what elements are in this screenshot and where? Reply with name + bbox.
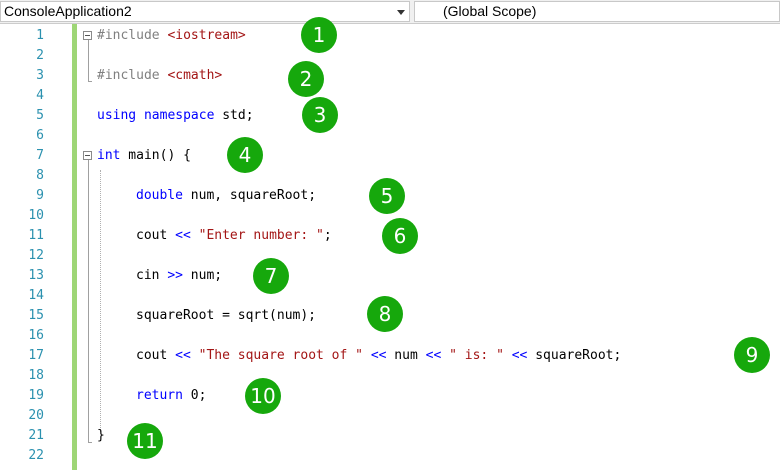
preprocessor-directive: #include	[97, 28, 160, 43]
line-number: 21	[28, 428, 44, 443]
line-number: 8	[36, 168, 44, 183]
line-number: 14	[28, 288, 44, 303]
callout-badge-5: 5	[369, 178, 405, 214]
string-literal: "Enter number: "	[198, 228, 324, 243]
collapse-main-icon[interactable]	[83, 151, 92, 160]
line-number: 2	[36, 48, 44, 63]
callout-badge-6: 6	[382, 218, 418, 254]
code-line-3[interactable]: #include <cmath>	[97, 66, 222, 86]
code-editor[interactable]: #include <iostream> #include <cmath> usi…	[80, 24, 780, 470]
callout-badge-9: 9	[734, 337, 770, 373]
line-number: 12	[28, 248, 44, 263]
scope-dropdown[interactable]: (Global Scope)	[414, 1, 780, 22]
keyword: double	[136, 188, 183, 203]
line-number: 17	[28, 348, 44, 363]
code-line-19[interactable]: return 0;	[136, 386, 206, 406]
code-line-9[interactable]: double num, squareRoot;	[136, 186, 316, 206]
code-text: num, squareRoot;	[182, 188, 317, 203]
scope-dropdown-label: (Global Scope)	[443, 3, 537, 19]
keyword: int	[97, 148, 121, 163]
line-number: 13	[28, 268, 44, 283]
code-line-15[interactable]: squareRoot = sqrt(num);	[136, 306, 316, 326]
navigation-bar: ConsoleApplication2 (Global Scope)	[0, 0, 780, 24]
code-text: squareRoot = sqrt(num);	[136, 308, 317, 323]
operator: <<	[511, 348, 528, 363]
line-number: 5	[36, 108, 44, 123]
code-line-21[interactable]: }	[97, 426, 105, 446]
code-line-7[interactable]: int main() {	[97, 146, 191, 166]
code-text: squareRoot;	[527, 348, 622, 363]
line-number: 19	[28, 388, 44, 403]
code-line-13[interactable]: cin >> num;	[136, 266, 222, 286]
callout-badge-3: 3	[302, 97, 338, 133]
code-text: num	[386, 348, 426, 363]
line-number: 4	[36, 88, 44, 103]
collapse-include-icon[interactable]	[83, 31, 92, 40]
line-number: 7	[36, 148, 44, 163]
code-text: main() {	[120, 148, 191, 163]
operator: <<	[370, 348, 387, 363]
line-number: 15	[28, 308, 44, 323]
line-number: 3	[36, 68, 44, 83]
keyword: return	[136, 388, 183, 403]
line-number-gutter: 1 2 3 4 5 6 7 8 9 10 11 12 13 14 15 16 1…	[0, 24, 72, 470]
callout-badge-8: 8	[367, 296, 403, 332]
code-text: }	[97, 428, 105, 443]
callout-badge-7: 7	[253, 258, 289, 294]
line-number: 16	[28, 328, 44, 343]
header-name: <iostream>	[167, 28, 246, 43]
code-text: num;	[182, 268, 223, 283]
operator: <<	[175, 348, 191, 363]
code-text: 0;	[182, 388, 207, 403]
keyword: using namespace	[97, 108, 215, 123]
code-line-11[interactable]: cout << "Enter number: ";	[136, 226, 332, 246]
code-text: cin	[136, 268, 168, 283]
operator: >>	[167, 268, 183, 283]
line-number: 9	[36, 188, 44, 203]
change-tracking-bar	[72, 24, 77, 470]
header-name: <cmath>	[167, 68, 223, 83]
outline-end	[88, 81, 92, 82]
string-literal: "The square root of "	[198, 348, 363, 363]
callout-badge-1: 1	[301, 17, 337, 53]
line-number: 1	[36, 28, 44, 43]
outline-end	[88, 442, 92, 443]
chevron-down-icon[interactable]	[397, 10, 405, 15]
code-text: ;	[323, 228, 332, 243]
callout-badge-11: 11	[127, 423, 163, 459]
project-dropdown-label: ConsoleApplication2	[4, 3, 132, 19]
code-line-1[interactable]: #include <iostream>	[97, 26, 246, 46]
line-number: 6	[36, 128, 44, 143]
outline-line	[88, 160, 89, 443]
preprocessor-directive: #include	[97, 68, 160, 83]
code-text: std;	[214, 108, 254, 123]
callout-badge-4: 4	[227, 137, 263, 173]
operator: <<	[175, 228, 191, 243]
callout-badge-10: 10	[245, 378, 281, 414]
code-text: cout	[136, 228, 176, 243]
line-number: 10	[28, 208, 44, 223]
project-dropdown[interactable]: ConsoleApplication2	[0, 1, 410, 22]
line-number: 20	[28, 408, 44, 423]
outline-line	[88, 40, 89, 82]
callout-badge-2: 2	[288, 61, 324, 97]
code-line-17[interactable]: cout << "The square root of " << num << …	[136, 346, 621, 366]
line-number: 11	[28, 228, 44, 243]
string-literal: " is: "	[449, 348, 504, 363]
operator: <<	[425, 348, 442, 363]
line-number: 22	[28, 448, 44, 463]
code-text: cout	[136, 348, 176, 363]
line-number: 18	[28, 368, 44, 383]
indent-guide	[100, 170, 101, 432]
code-line-5[interactable]: using namespace std;	[97, 106, 254, 126]
